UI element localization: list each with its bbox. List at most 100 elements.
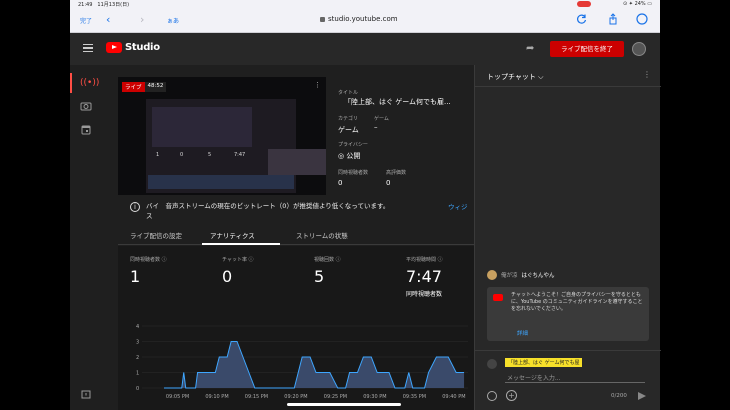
back-button[interactable]: ‹ [106, 13, 110, 26]
category-label: カテゴリ [338, 116, 359, 122]
add-icon[interactable]: + [506, 390, 517, 401]
char-counter: 0/200 [611, 393, 627, 399]
help-icon[interactable]: ⓘ [336, 257, 341, 263]
help-icon[interactable]: ⓘ [438, 257, 443, 263]
live-duration: 48:52 [144, 82, 167, 92]
studio-header: Studio ➦ ライブ配信を終了 [70, 33, 660, 65]
live-label: ライブ [122, 82, 145, 92]
avatar[interactable] [632, 42, 646, 56]
chat-message: 俺が凉 はぐちんやん [487, 270, 555, 280]
avatar [487, 359, 497, 369]
x-tick-label: 09:20 PM [284, 394, 307, 400]
x-tick-label: 09:40 PM [442, 394, 465, 400]
share-stream-icon[interactable]: ➦ [526, 43, 534, 54]
tab-analytics[interactable]: アナリティクス [210, 230, 255, 240]
calendar-icon[interactable] [80, 125, 92, 135]
chat-header: トップチャット ⌵ ⋮ [475, 65, 661, 87]
tab-bar: ライブ配信の設定 アナリティクス ストリームの状態 [118, 225, 474, 245]
address-bar[interactable]: studio.youtube.com [320, 15, 398, 23]
bitrate-warning: i バイ 音声ストリームの現在のビットレート（0）が推奨値より低くなっています。… [102, 197, 474, 221]
welcome-text: チャットへようこそ！ご自身のプライバシーを守るとともに、YouTube のコミュ… [511, 292, 643, 312]
chat-mode-dropdown[interactable]: トップチャット ⌵ [487, 72, 543, 82]
stat-label: チャット率 [222, 257, 247, 263]
x-tick-label: 09:10 PM [205, 394, 228, 400]
chat-author[interactable]: 俺が凉 [501, 271, 518, 279]
studio-logo[interactable]: Studio [106, 42, 160, 53]
x-tick-label: 09:25 PM [324, 394, 347, 400]
game-label: ゲーム [374, 116, 389, 122]
stream-title: 「陸上部、はぐ ゲーム何でも雇... [344, 98, 451, 106]
y-tick-label: 4 [136, 324, 139, 330]
system-indicators: ⊙ ✦ 24% ▭ [623, 1, 652, 7]
stat-label: 視聴回数 [314, 257, 335, 263]
more-icon[interactable]: ⋮ [314, 81, 321, 89]
status-bar: 21:49 11月13日(日) ⊙ ✦ 24% ▭ [70, 0, 660, 8]
preview-panel [152, 107, 252, 147]
home-indicator [287, 403, 401, 406]
x-tick-label: 09:30 PM [363, 394, 386, 400]
warning-link[interactable]: ウィジ [448, 201, 468, 211]
tab-stream-health[interactable]: ストリームの状態 [296, 230, 348, 240]
concurrent-label: 同時視聴者数 [338, 170, 369, 176]
emoji-icon[interactable] [487, 391, 497, 401]
x-tick-label: 09:35 PM [403, 394, 426, 400]
preview-chart [148, 175, 294, 189]
stat-value: 5 [314, 267, 325, 286]
menu-icon[interactable] [83, 44, 93, 53]
reload-icon[interactable] [576, 13, 588, 25]
title-label: タイトル [338, 90, 359, 96]
stat-value: 1 [130, 267, 141, 286]
privacy-text: 公開 [346, 152, 361, 160]
share-icon[interactable] [607, 13, 619, 25]
y-tick-label: 3 [136, 340, 139, 346]
game-value: – [374, 123, 378, 131]
reader-button[interactable]: ぁあ [167, 16, 179, 25]
warning-line: バイ 音声ストリームの現在のビットレート（0）が推奨値より低くなっています。 [146, 202, 390, 210]
feedback-icon[interactable] [80, 390, 92, 400]
warning-line-2: ス [146, 212, 153, 220]
done-button[interactable]: 完了 [80, 16, 92, 25]
lock-icon [320, 17, 325, 22]
info-icon: i [130, 202, 140, 212]
help-icon[interactable]: ⓘ [249, 257, 254, 263]
youtube-icon [493, 294, 503, 301]
screen: 21:49 11月13日(日) ⊙ ✦ 24% ▭ 完了 ‹ › ぁあ stud… [0, 0, 730, 410]
likes-value: 0 [386, 179, 391, 187]
end-stream-button[interactable]: ライブ配信を終了 [550, 41, 624, 57]
input-underline [505, 382, 645, 383]
preview-stat: 5 [208, 152, 212, 158]
tab-indicator [202, 243, 280, 245]
youtube-logo-icon [106, 42, 122, 53]
preview-stat: 7:47 [234, 152, 246, 158]
concurrent-value: 0 [338, 179, 343, 187]
chat-input[interactable]: メッセージを入力... [507, 373, 561, 382]
stat-label: 同時視聴者数 [130, 257, 161, 263]
send-icon[interactable] [638, 392, 646, 400]
avatar[interactable] [487, 270, 497, 280]
x-tick-label: 09:05 PM [166, 394, 189, 400]
live-badge: ライブ 48:52 [122, 82, 167, 92]
channel-tag: 「陸上部、はぐ ゲーム何でも屋 [505, 358, 583, 367]
left-rail: ((•)) [70, 65, 102, 410]
camera-icon[interactable] [80, 101, 92, 111]
more-icon[interactable]: ⋮ [643, 70, 651, 79]
series-area [164, 341, 465, 388]
welcome-message: チャットへようこそ！ご自身のプライバシーを守るとともに、YouTube のコミュ… [487, 287, 649, 341]
live-icon[interactable]: ((•)) [80, 78, 99, 88]
x-tick-label: 09:15 PM [245, 394, 268, 400]
stream-preview[interactable]: 1 0 5 7:47 ライブ 48:52 ⋮ [118, 77, 326, 195]
browser-bar: 完了 ‹ › ぁあ studio.youtube.com [70, 8, 660, 33]
viewers-chart: 0 1 2 3 4 09:05 PM 09:10 PM 09:15 PM 09:20 PM 09:… [136, 324, 468, 400]
compass-icon[interactable] [636, 13, 648, 25]
status-time: 21:49 11月13日(日) [78, 2, 130, 8]
y-tick-label: 2 [136, 355, 139, 361]
help-icon[interactable]: ⓘ [162, 257, 167, 263]
preview-chat [268, 149, 326, 175]
main-area: 1 0 5 7:47 ライブ 48:52 ⋮ タイトル 「陸上部、はぐ ゲーム何… [102, 65, 474, 410]
tab-stream-settings[interactable]: ライブ配信の設定 [130, 230, 182, 240]
stat-views: 視聴回数 ⓘ 5 [314, 256, 341, 286]
preview-stat: 1 [156, 152, 160, 158]
forward-button[interactable]: › [140, 13, 144, 26]
privacy-value: ◎ 公開 [338, 151, 360, 161]
learn-more-link[interactable]: 詳細 [517, 329, 528, 337]
